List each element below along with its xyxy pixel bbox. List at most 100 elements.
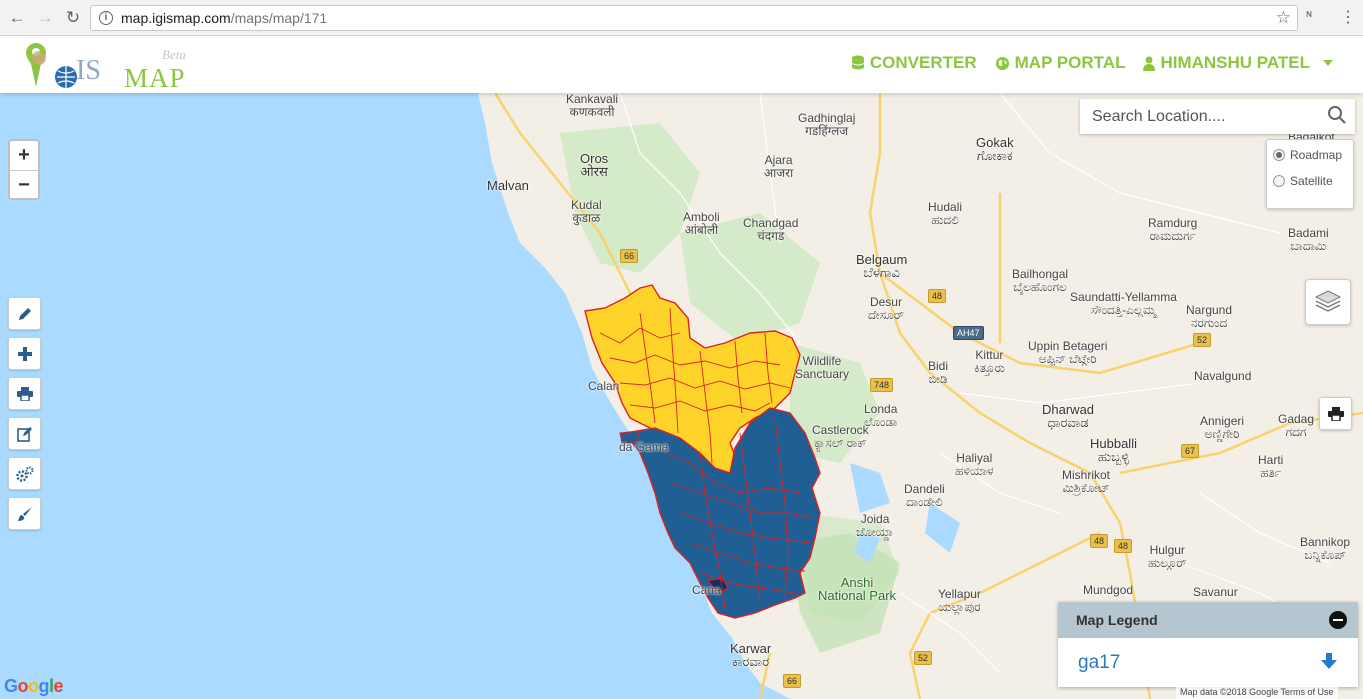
menu-icon[interactable]: ⋮ <box>1340 7 1356 27</box>
road-shield: 52 <box>1193 333 1212 347</box>
search-location-box <box>1080 99 1355 134</box>
address-bar[interactable]: i map.igismap.com/maps/map/171 ☆ <box>90 5 1298 31</box>
place-savanur: Savanur <box>1193 585 1238 599</box>
place-yellapur: Yellapur ಯಲ್ಲಾಪುರ <box>938 587 981 614</box>
print-icon <box>1327 406 1344 421</box>
layers-button[interactable] <box>1305 279 1351 325</box>
basemap-roadmap-option[interactable]: Roadmap <box>1273 148 1353 162</box>
user-name-label: HIMANSHU PATEL <box>1160 53 1310 72</box>
database-icon <box>851 55 864 70</box>
satellite-radio[interactable] <box>1273 175 1285 187</box>
place-malvan: Malvan <box>487 178 529 193</box>
place-haliyal: Haliyal ಹಳಿಯಾಳ <box>955 451 994 478</box>
draw-button[interactable] <box>8 297 41 330</box>
place-karwar: Karwar ಕಾರವಾರ <box>730 641 772 669</box>
satellite-label: Satellite <box>1290 174 1333 188</box>
place-ramdurg: Ramdurg ರಾಮದುರ್ಗ <box>1148 216 1198 243</box>
place-uppin-betageri: Uppin Betageri ಅಪ್ಪಿನ್ ಬೆಟ್ಗೇರಿ <box>1028 339 1108 366</box>
place-anshi-national-park: Anshi National Park <box>818 575 897 603</box>
place-joida: Joida ಜೋಯ್ಡಾ <box>856 512 895 539</box>
legend-header: Map Legend <box>1058 602 1358 638</box>
place-kankavali: Kankavali कणकवली <box>566 93 619 119</box>
plus-icon <box>17 346 32 361</box>
road-shield: 48 <box>928 289 947 303</box>
road-shield: 48 <box>1090 534 1109 548</box>
place-gadhinglaj: Gadhinglaj गडहिंग्लज <box>798 111 856 138</box>
header-nav: CONVERTER MAP PORTAL HIMANSHU PATEL <box>851 53 1333 73</box>
search-icon[interactable] <box>1327 105 1347 125</box>
place-mishrikot: Mishrikot ಮಿಶ್ರಿಕೋಟ್ <box>1062 468 1111 495</box>
arrow-down-icon[interactable] <box>1320 652 1338 670</box>
place-oros: Oros ओरस <box>580 151 609 179</box>
place-saundatti: Saundatti-Yellamma ಸೌಂದತ್ತಿ-ಎಲ್ಲಮ್ಮ <box>1070 290 1177 317</box>
roadmap-radio[interactable] <box>1273 149 1285 161</box>
browser-toolbar: ← → ↻ i map.igismap.com/maps/map/171 ☆ ᶰ… <box>0 0 1363 36</box>
extension-icon[interactable]: ᶰ <box>1306 8 1312 26</box>
place-hulgur: Hulgur ಹುಲ್ಗೂರ್ <box>1148 543 1187 570</box>
place-da-gama: da Gama <box>619 440 669 454</box>
converter-label: CONVERTER <box>869 53 977 72</box>
road-shield: 67 <box>1181 444 1200 458</box>
place-chandgad: Chandgad चंदगड <box>743 216 799 243</box>
map-print-button[interactable] <box>1319 397 1352 430</box>
map-canvas[interactable]: Kankavali कणकवली Gadhinglaj गडहिंग्लज Goka… <box>0 93 1363 699</box>
road-shield: 66 <box>783 674 802 688</box>
user-menu[interactable]: HIMANSHU PATEL <box>1143 53 1333 73</box>
legend-item-label: ga17 <box>1078 651 1121 673</box>
search-location-input[interactable] <box>1080 107 1310 126</box>
logo-map-text: MAP <box>124 63 186 93</box>
zoom-out-button[interactable]: − <box>10 170 38 199</box>
reload-icon[interactable]: ↻ <box>62 7 84 29</box>
place-nargund: Nargund ನರಗುಂದ <box>1186 303 1233 330</box>
bookmark-star-icon[interactable]: ☆ <box>1276 8 1291 28</box>
info-icon[interactable]: i <box>99 11 113 25</box>
igismap-logo[interactable]: IS Beta MAP <box>22 41 212 93</box>
place-calan: Calan <box>588 379 620 393</box>
place-desur: Desur ದೇಸೂರ್ <box>868 295 904 322</box>
map-portal-link[interactable]: MAP PORTAL <box>995 53 1126 73</box>
forward-icon[interactable]: → <box>34 7 56 29</box>
place-navalgund: Navalgund <box>1194 369 1252 383</box>
settings-button[interactable] <box>8 457 41 490</box>
map-portal-label: MAP PORTAL <box>1014 53 1126 72</box>
place-hubballi: Hubballi ಹುಬ್ಬಳ್ಳಿ <box>1090 436 1137 464</box>
converter-link[interactable]: CONVERTER <box>851 53 977 73</box>
place-kudal: Kudal कुडाळ <box>571 198 602 225</box>
roadmap-label: Roadmap <box>1290 148 1343 162</box>
place-hudali: Hudali ಹುದಲಿ <box>928 200 963 227</box>
basemap-satellite-option[interactable]: Satellite <box>1273 174 1353 188</box>
logo-is-text: IS <box>76 55 101 86</box>
edit-button[interactable] <box>8 417 41 450</box>
place-gokak: Gokak ಗೋಕಾಕ <box>976 135 1014 163</box>
place-belgaum: Belgaum ಬೆಳಗಾವಿ <box>856 252 908 280</box>
place-ajara: Ajara आजरा <box>764 153 794 180</box>
place-badami: Badami ಬಾದಾಮಿ <box>1288 226 1329 253</box>
print-icon <box>16 386 33 401</box>
add-layer-button[interactable] <box>8 337 41 370</box>
back-icon[interactable]: ← <box>6 7 28 29</box>
zoom-control: + − <box>8 139 40 200</box>
legend-item[interactable]: ga17 <box>1058 638 1358 687</box>
map-attribution[interactable]: Map data ©2018 Google Terms of Use <box>1176 686 1338 699</box>
globe-icon <box>995 56 1009 70</box>
print-tool-button[interactable] <box>8 377 41 410</box>
place-bidi: Bidi ಬೀಡಿ <box>928 359 949 386</box>
place-wildlife-sanctuary: Wildlife Sanctuary <box>795 354 850 381</box>
place-dharwad: Dharwad ಧಾರವಾಡ <box>1042 402 1095 430</box>
logo-beta-text: Beta <box>162 47 186 62</box>
google-logo: Google <box>4 676 64 696</box>
map-toolbar <box>8 297 41 537</box>
place-bannikop: Bannikop ಬನ್ನಿಕೊಪ್ <box>1300 535 1351 562</box>
road-shield: 748 <box>870 378 894 392</box>
chevron-down-icon[interactable] <box>1323 60 1333 66</box>
place-londa: Londa ಲೊಂಡಾ <box>864 402 898 429</box>
road-shield: 48 <box>1114 539 1133 553</box>
minus-circle-icon[interactable] <box>1329 611 1347 629</box>
style-button[interactable] <box>8 497 41 530</box>
zoom-in-button[interactable]: + <box>10 141 38 170</box>
layers-icon <box>1314 290 1342 312</box>
road-shield: 66 <box>620 249 639 263</box>
place-cana: Cana <box>692 583 721 597</box>
basemap-switcher: Roadmap Satellite <box>1266 139 1354 209</box>
place-harti: Harti ಹರ್ತಿ <box>1258 453 1284 480</box>
